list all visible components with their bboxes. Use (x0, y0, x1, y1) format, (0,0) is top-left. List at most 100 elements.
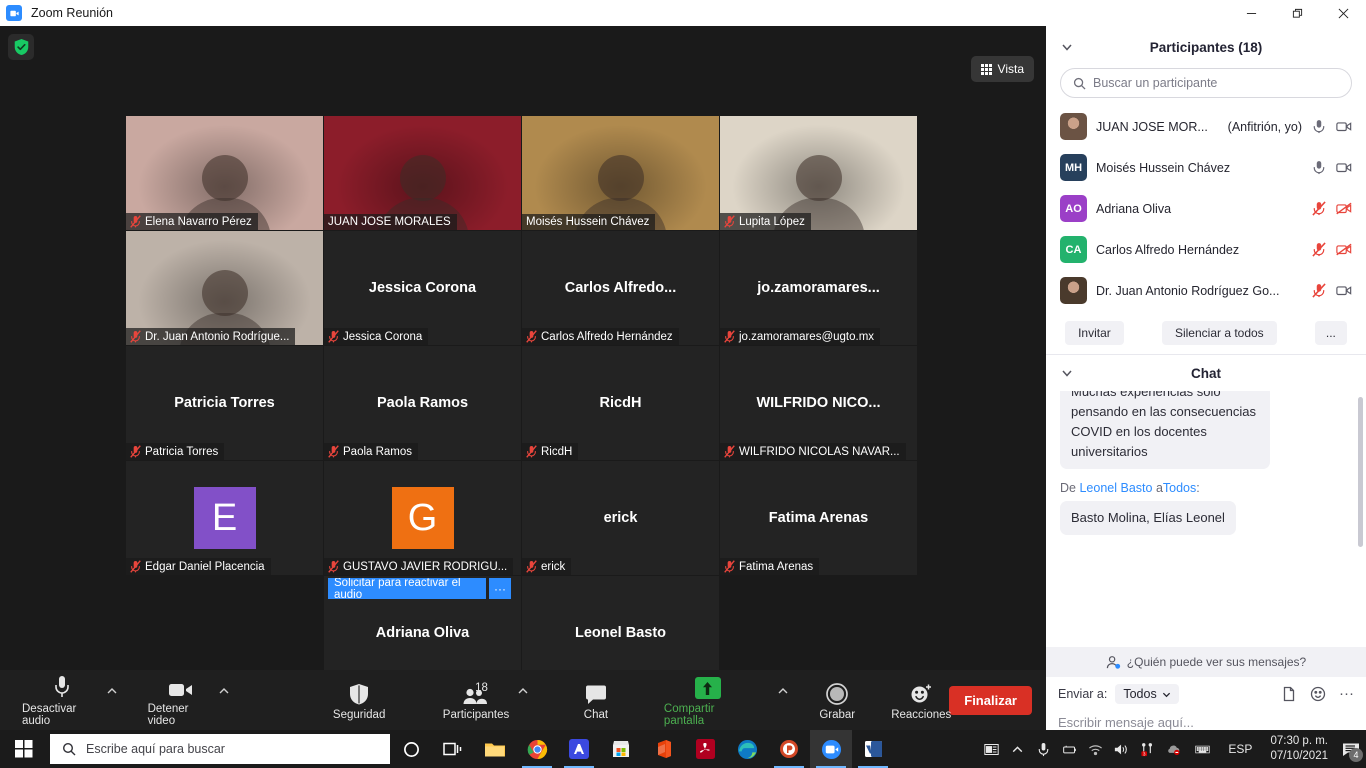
participant-tile[interactable]: G GUSTAVO JAVIER RODRIGU... (324, 461, 521, 575)
who-can-see-messages-link[interactable]: ¿Quién puede ver sus mensajes? (1046, 647, 1366, 677)
participant-row[interactable]: Dr. Juan Antonio Rodríguez Go... (1046, 270, 1366, 311)
task-view-icon[interactable] (432, 730, 474, 768)
share-options-chevron-icon[interactable] (777, 684, 789, 696)
file-attach-icon[interactable] (1281, 686, 1297, 702)
onedrive-paused-icon[interactable] (1160, 730, 1186, 768)
tile-name-label: erick (541, 560, 566, 573)
participant-tile[interactable]: Elena Navarro Pérez (126, 116, 323, 230)
powerpoint-icon[interactable] (768, 730, 810, 768)
end-meeting-button[interactable]: Finalizar (949, 685, 1032, 715)
mic-off-icon[interactable] (1311, 283, 1327, 298)
chat-message-input[interactable]: Escribir mensaje aquí... (1046, 711, 1366, 730)
microsoft-store-icon[interactable] (600, 730, 642, 768)
security-label: Seguridad (332, 709, 386, 721)
cortana-icon[interactable] (390, 730, 432, 768)
participant-tile[interactable]: WILFRIDO NICO... WILFRIDO NICOLAS NAVAR..… (720, 346, 917, 460)
view-button[interactable]: Vista (970, 56, 1034, 82)
office-icon[interactable] (642, 730, 684, 768)
reactions-button[interactable]: Reacciones (891, 670, 951, 730)
taskbar-app-icons (390, 730, 894, 768)
news-weather-icon[interactable] (978, 730, 1004, 768)
mic-off-icon[interactable] (1311, 242, 1327, 257)
camera-on-icon[interactable] (1336, 119, 1352, 134)
participant-tile[interactable]: RicdH RicdH (522, 346, 719, 460)
chat-sender-name[interactable]: Leonel Basto (1079, 481, 1152, 495)
chrome-icon[interactable] (516, 730, 558, 768)
chat-message-list[interactable]: Muchas experiencias solo pensando en las… (1046, 391, 1366, 647)
minimize-button[interactable] (1228, 0, 1274, 26)
audio-options-chevron-icon[interactable] (106, 684, 118, 696)
zoom-icon[interactable] (810, 730, 852, 768)
stop-video-button[interactable]: Detener video (148, 670, 229, 730)
participant-tile[interactable]: Fatima Arenas Fatima Arenas (720, 461, 917, 575)
mute-audio-button[interactable]: Desactivar audio (22, 670, 117, 730)
invite-button[interactable]: Invitar (1065, 320, 1124, 345)
participant-tile[interactable]: erick erick (522, 461, 719, 575)
participant-more-button[interactable]: ... (1314, 320, 1347, 345)
video-options-chevron-icon[interactable] (218, 684, 230, 696)
participant-row[interactable]: AO Adriana Oliva (1046, 188, 1366, 229)
mic-on-icon[interactable] (1311, 119, 1327, 134)
camera-on-icon[interactable] (1336, 160, 1352, 175)
reactivate-audio-more-button[interactable]: ··· (489, 578, 511, 599)
acrobat-reader-icon[interactable] (684, 730, 726, 768)
participants-collapse-chevron-icon[interactable] (1060, 40, 1074, 54)
participant-tile[interactable]: Patricia Torres Patricia Torres (126, 346, 323, 460)
participant-tile[interactable]: Jessica Corona Jessica Corona (324, 231, 521, 345)
maximize-button[interactable] (1274, 0, 1320, 26)
camera-on-icon[interactable] (1336, 283, 1352, 298)
participants-chevron-icon[interactable] (517, 684, 529, 696)
participant-tile[interactable]: jo.zamoramares... jo.zamoramares@ugto.mx (720, 231, 917, 345)
participant-search-box[interactable] (1060, 68, 1352, 98)
security-button[interactable]: Seguridad (331, 670, 387, 730)
language-indicator[interactable]: ESP (1218, 742, 1262, 756)
participant-tile[interactable]: Lupita López (720, 116, 917, 230)
emoji-icon[interactable] (1310, 686, 1326, 702)
tray-microphone-icon[interactable] (1030, 730, 1056, 768)
participant-tile[interactable]: Paola Ramos Paola Ramos (324, 346, 521, 460)
blue-app-icon[interactable] (558, 730, 600, 768)
mic-on-icon[interactable] (1311, 160, 1327, 175)
volume-icon[interactable] (1108, 730, 1134, 768)
tile-name-label: Dr. Juan Antonio Rodrígue... (145, 330, 290, 343)
participant-tile[interactable]: JUAN JOSE MORALES (324, 116, 521, 230)
taskbar-search-box[interactable]: Escribe aquí para buscar (50, 734, 390, 764)
file-explorer-icon[interactable] (474, 730, 516, 768)
camera-off-icon[interactable] (1336, 242, 1352, 257)
participant-tile[interactable]: Dr. Juan Antonio Rodrígue... (126, 231, 323, 345)
battery-icon[interactable] (1056, 730, 1082, 768)
share-screen-button[interactable]: Compartir pantalla (664, 670, 788, 730)
participant-search-input[interactable] (1093, 76, 1339, 90)
touch-keyboard-icon[interactable] (1186, 730, 1218, 768)
updates-icon[interactable]: 3 (1134, 730, 1160, 768)
chat-recipient-name[interactable]: Todos (1163, 481, 1196, 495)
participant-avatar (1060, 113, 1087, 140)
mic-off-icon[interactable] (1311, 201, 1327, 216)
send-to-dropdown[interactable]: Todos (1115, 684, 1179, 704)
participant-row[interactable]: CA Carlos Alfredo Hernández (1046, 229, 1366, 270)
participant-avatar: AO (1060, 195, 1087, 222)
participant-row[interactable]: MH Moisés Hussein Chávez (1046, 147, 1366, 188)
word-icon[interactable] (852, 730, 894, 768)
taskbar-clock[interactable]: 07:30 p. m. 07/10/2021 (1262, 734, 1336, 764)
mute-all-button[interactable]: Silenciar a todos (1161, 320, 1277, 345)
participant-tile[interactable]: E Edgar Daniel Placencia (126, 461, 323, 575)
reactivate-audio-button[interactable]: Solicitar para reactivar el audio (328, 578, 486, 599)
start-button[interactable] (0, 730, 48, 768)
camera-off-icon[interactable] (1336, 201, 1352, 216)
chat-collapse-chevron-icon[interactable] (1060, 366, 1074, 380)
participant-row[interactable]: JUAN JOSE MOR... (Anfitrión, yo) (1046, 106, 1366, 147)
participant-tile[interactable]: Carlos Alfredo... Carlos Alfredo Hernánde… (522, 231, 719, 345)
encryption-shield-icon[interactable] (8, 34, 34, 60)
participants-button[interactable]: 18 Participantes (443, 670, 528, 730)
wifi-icon[interactable] (1082, 730, 1108, 768)
record-button[interactable]: Grabar (809, 670, 865, 730)
participant-tile[interactable]: Moisés Hussein Chávez (522, 116, 719, 230)
notification-center-button[interactable]: 4 (1336, 730, 1366, 768)
chat-more-icon[interactable]: ··· (1339, 686, 1354, 701)
edge-icon[interactable] (726, 730, 768, 768)
close-button[interactable] (1320, 0, 1366, 26)
chat-button[interactable]: Chat (568, 670, 624, 730)
chat-scrollbar[interactable] (1358, 397, 1363, 547)
show-hidden-icons-chevron-icon[interactable] (1004, 730, 1030, 768)
